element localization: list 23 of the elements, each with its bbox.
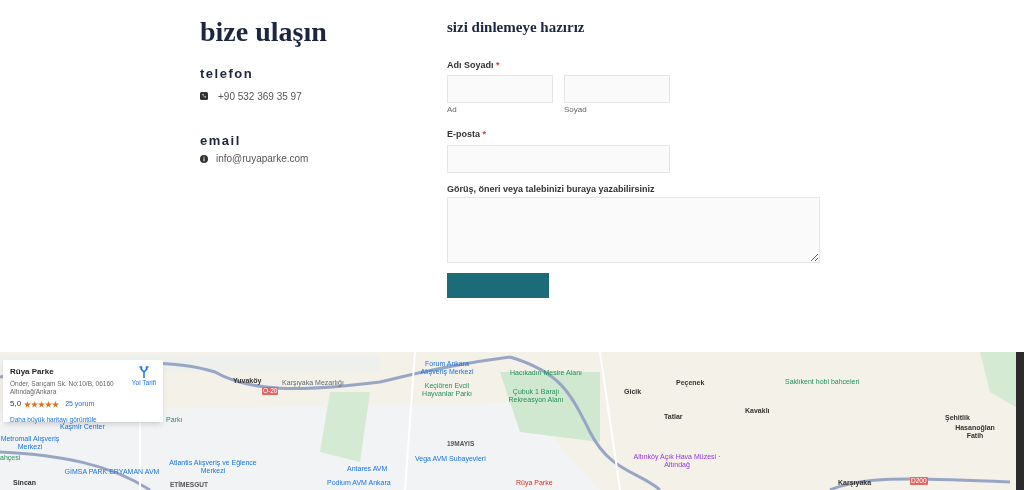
- section-heading: telefon: [200, 65, 254, 83]
- submit-button[interactable]: [447, 273, 549, 298]
- field-label: E-posta *: [447, 128, 487, 141]
- field-label: Görüş, öneri veya talebinizi buraya yazabilirsiniz: [447, 182, 655, 196]
- phone-number: +90 532 369 35 97: [218, 89, 302, 104]
- field-sublabel: Soyad: [564, 104, 587, 116]
- message-field[interactable]: [447, 197, 820, 263]
- field-label: Adı Soyadı *: [447, 58, 500, 72]
- place-title: Rüya Parke: [10, 366, 54, 378]
- field-sublabel: Ad: [447, 104, 457, 116]
- section-heading: email: [200, 131, 241, 150]
- phone-icon: [200, 92, 208, 100]
- last-name-field[interactable]: [564, 75, 670, 103]
- park-area: [320, 392, 370, 462]
- first-name-field[interactable]: [447, 75, 553, 103]
- email-field[interactable]: [447, 144, 670, 173]
- form-heading: sizi dinlemeye hazırız: [447, 18, 585, 37]
- map[interactable]: [0, 352, 1024, 490]
- page-heading: bize ulaşın: [200, 18, 327, 46]
- rating-value: 5,0: [10, 398, 22, 410]
- info-icon: [200, 154, 208, 163]
- email-address: info@ruyaparke.com: [216, 152, 309, 166]
- directions-icon: [138, 366, 149, 378]
